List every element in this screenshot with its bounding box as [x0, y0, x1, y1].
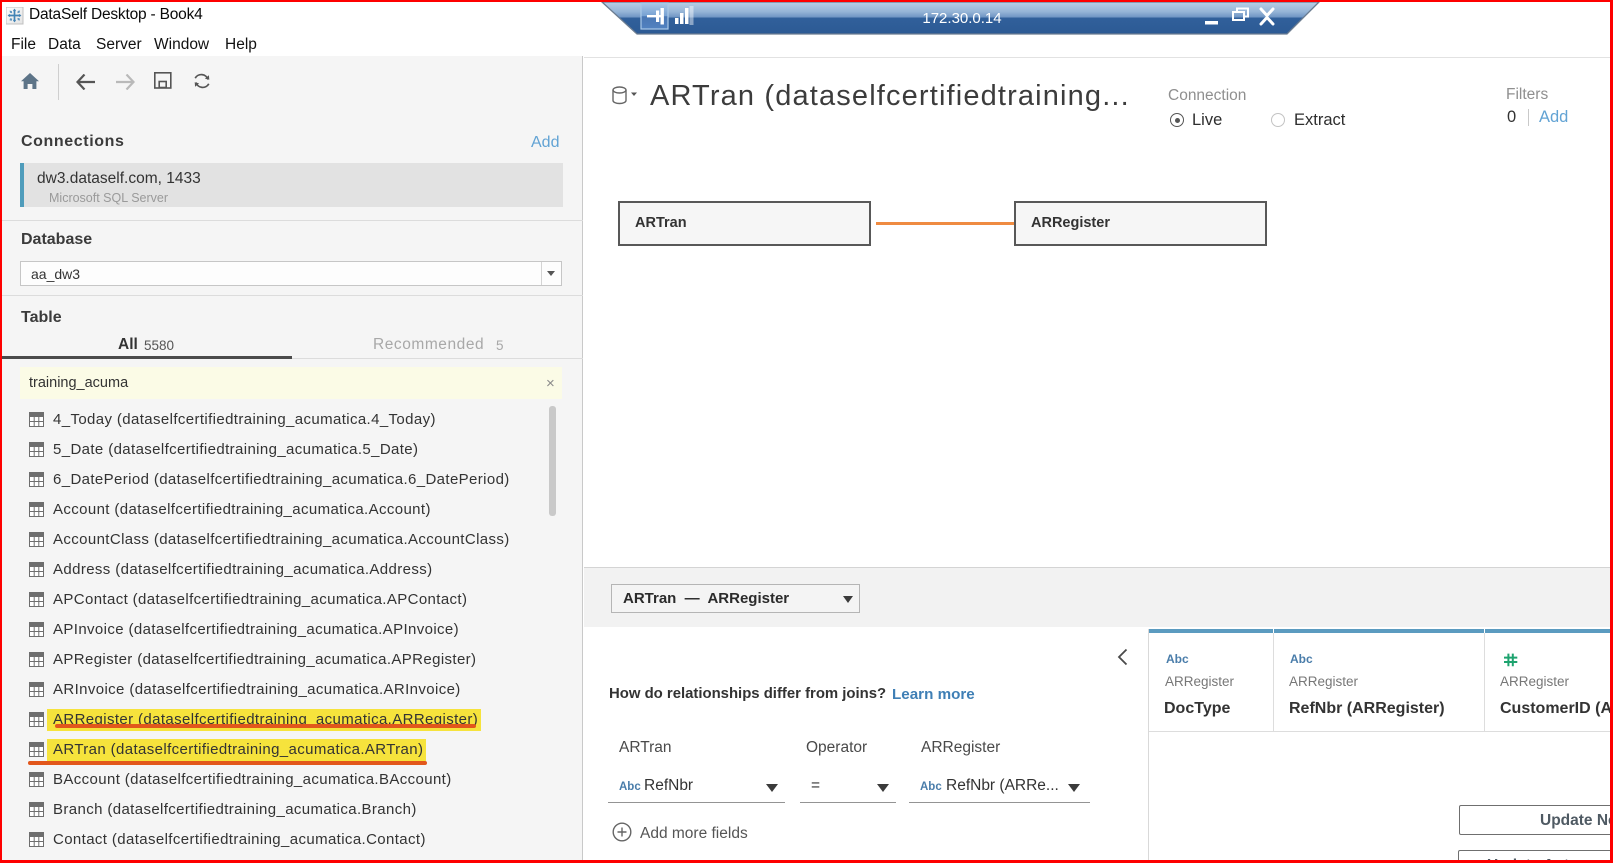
svg-text:172.30.0.14: 172.30.0.14	[922, 10, 1001, 27]
